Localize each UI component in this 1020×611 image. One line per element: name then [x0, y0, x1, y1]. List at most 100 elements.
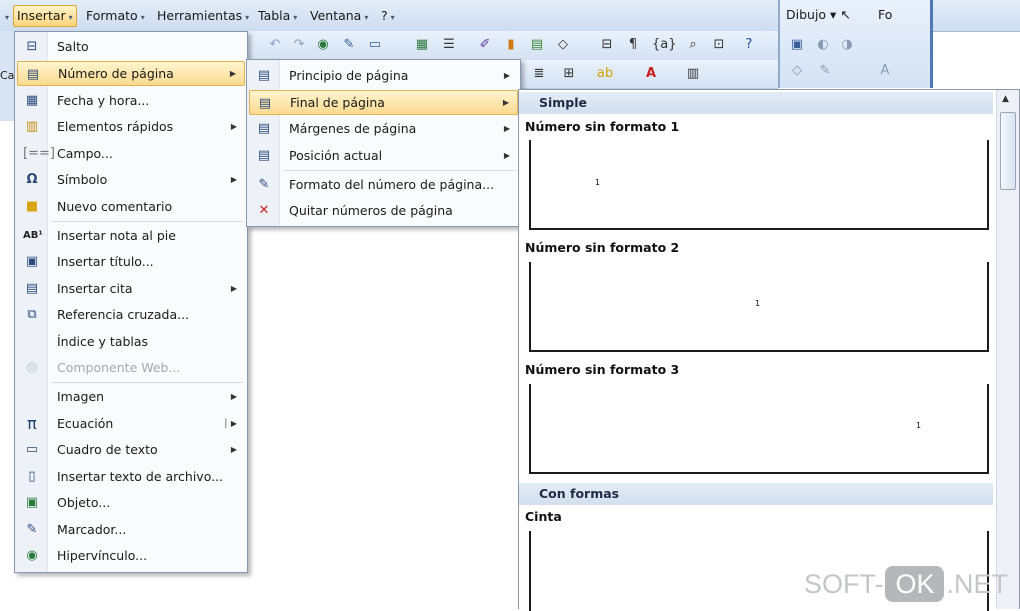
menu-item-insertar-cita[interactable]: ▤ Insertar cita ▶: [17, 276, 245, 301]
brightness-icon[interactable]: ◑: [838, 36, 856, 54]
gallery-scrollbar[interactable]: ▲: [996, 90, 1019, 609]
submenu-arrow-icon: ▶: [503, 151, 510, 160]
drawing-icon[interactable]: ✐: [476, 36, 494, 54]
menu-item-cuadro-de-texto[interactable]: ▭ Cuadro de texto ▶: [17, 437, 245, 462]
submenu-arrow-icon: ▶: [230, 175, 237, 184]
menu-item-insertar-texto-de-archivo[interactable]: ▯ Insertar texto de archivo...: [17, 464, 245, 489]
menu-item-hipervinculo[interactable]: ◉ Hipervínculo...: [17, 543, 245, 568]
menu-insertar[interactable]: Insertar ▾: [13, 5, 77, 27]
menu-item-quitar-numeros[interactable]: ✕ Quitar números de página: [249, 198, 518, 223]
menu-item-ecuacion[interactable]: π Ecuación │ ▶: [17, 411, 245, 436]
style-box-fragment[interactable]: Ca: [0, 69, 14, 82]
drawing-toolbar: Dibujo ▾ ↖ Fo ▣ ◐ ◑ ◇ ✎ A: [778, 0, 933, 88]
caption-icon: ▣: [25, 254, 39, 269]
borders-icon[interactable]: ⊞: [560, 65, 578, 83]
web-component-icon: ◎: [26, 360, 38, 375]
menu-item-final-de-pagina[interactable]: ▤ Final de página ▶: [249, 90, 518, 115]
field-codes-icon[interactable]: {a}: [652, 36, 677, 54]
menu-item-salto[interactable]: ⊟ Salto: [17, 34, 245, 59]
quick-parts-icon: ▥: [25, 119, 39, 134]
menu-item-indice-y-tablas[interactable]: Índice y tablas: [17, 329, 245, 354]
table-icon[interactable]: ▭: [366, 36, 384, 54]
gallery-item-title: Cinta: [525, 509, 562, 524]
menu-help[interactable]: ? ▾: [381, 6, 395, 26]
menu-herramientas[interactable]: Herramientas ▾: [157, 6, 249, 26]
globe-link-icon[interactable]: ◉: [314, 36, 332, 54]
excel-icon[interactable]: ▦: [413, 36, 431, 54]
submenu-arrow-icon: ▶: [503, 71, 510, 80]
fit-page-icon[interactable]: ⊡: [710, 36, 728, 54]
footnote-icon: AB¹: [23, 230, 43, 241]
gallery-item-plain-number-3[interactable]: 1: [529, 384, 989, 474]
menu-item-formato-del-numero[interactable]: ✎ Formato del número de página...: [249, 172, 518, 197]
contrast-icon[interactable]: ◐: [814, 36, 832, 54]
highlight-icon[interactable]: ab: [596, 65, 614, 83]
menu-item-campo[interactable]: [==] Campo...: [17, 141, 245, 166]
break-icon: ⊟: [26, 39, 38, 54]
edit-icon[interactable]: ✎: [340, 36, 358, 54]
gallery-item-plain-number-1[interactable]: 1: [529, 140, 989, 230]
dibujo-button[interactable]: Dibujo ▾ ↖: [786, 7, 851, 22]
menu-ventana[interactable]: Ventana ▾: [310, 6, 368, 26]
document-map-icon[interactable]: ▤: [528, 36, 546, 54]
menu-item-marcador[interactable]: ✎ Marcador...: [17, 517, 245, 542]
fill-color-icon[interactable]: ◇: [788, 62, 806, 80]
current-position-icon: ▤: [257, 148, 271, 163]
menu-item-simbolo[interactable]: Ω Símbolo ▶: [17, 167, 245, 192]
page-number-sample: 1: [916, 421, 922, 430]
menu-tabla[interactable]: Tabla ▾: [258, 6, 297, 26]
menu-item-objeto[interactable]: ▣ Objeto...: [17, 490, 245, 515]
menu-item-imagen[interactable]: Imagen ▶: [17, 384, 245, 409]
format-number-icon: ✎: [258, 177, 270, 192]
gallery-item-plain-number-2[interactable]: 1: [529, 262, 989, 352]
gallery-section-header: Con formas: [519, 483, 993, 505]
menu-item-posicion-actual[interactable]: ▤ Posición actual ▶: [249, 143, 518, 168]
menu-separator: [283, 170, 516, 171]
gallery-item-title: Número sin formato 1: [525, 119, 680, 134]
text-color-icon[interactable]: A: [876, 62, 894, 80]
chart-icon[interactable]: ▮: [502, 36, 520, 54]
undo-icon[interactable]: ↶: [266, 36, 284, 54]
menu-item-margenes-de-pagina[interactable]: ▤ Márgenes de página ▶: [249, 116, 518, 141]
page-number-icon: ▤: [26, 67, 40, 82]
scroll-up-icon[interactable]: ▲: [1002, 94, 1009, 104]
menu-item-insertar-titulo[interactable]: ▣ Insertar título...: [17, 249, 245, 274]
scroll-thumb[interactable]: [1000, 112, 1016, 190]
submenu-arrow-icon: ▶: [230, 392, 237, 401]
submenu-arrow-icon: │ ▶: [223, 419, 237, 428]
menu-item-nuevo-comentario[interactable]: ■ Nuevo comentario: [17, 194, 245, 219]
paragraph-mark-icon[interactable]: ¶: [624, 36, 642, 54]
shapes-icon[interactable]: ◇: [554, 36, 572, 54]
page-number-sample: 1: [595, 178, 601, 187]
fo-button[interactable]: Fo: [878, 7, 892, 22]
picture-icon: [23, 388, 41, 405]
submenu-arrow-icon: ▶: [502, 98, 509, 107]
zoom-icon[interactable]: ⌕: [684, 36, 702, 54]
menu-item-numero-de-pagina[interactable]: ▤ Número de página ▶: [17, 61, 245, 86]
columns-icon[interactable]: ☰: [440, 36, 458, 54]
reading-layout-icon[interactable]: ▥: [684, 65, 702, 83]
redo-icon[interactable]: ↷: [290, 36, 308, 54]
gallery-section-header: Simple: [519, 92, 993, 114]
justify-icon[interactable]: ≣: [530, 65, 548, 83]
left-toolbar-strip: Ca: [0, 31, 15, 121]
menu-formato[interactable]: Formato ▾: [86, 6, 145, 26]
insert-menu: ⊟ Salto ▤ Número de página ▶ ▦ Fecha y h…: [14, 31, 248, 573]
gallery-item-title: Número sin formato 3: [525, 362, 680, 377]
image-icon[interactable]: ▣: [788, 36, 806, 54]
pi-icon: π: [27, 414, 37, 433]
font-color-icon[interactable]: A: [642, 65, 660, 83]
bookmark-icon: ✎: [26, 522, 38, 537]
menu-item-fecha-y-hora[interactable]: ▦ Fecha y hora...: [17, 88, 245, 113]
display-icon[interactable]: ⊟: [598, 36, 616, 54]
menubar-overflow-arrow[interactable]: ▾: [2, 6, 9, 26]
menu-item-principio-de-pagina[interactable]: ▤ Principio de página ▶: [249, 63, 518, 88]
page-number-sample: 1: [755, 299, 761, 308]
standard-toolbar: ↶ ↷ ◉ ✎ ▭ ▦ ☰ ✐ ▮ ▤ ◇ ⊟ ¶ {a} ⌕ ⊡ ?: [248, 31, 778, 61]
menu-item-insertar-nota-al-pie[interactable]: AB¹ Insertar nota al pie: [17, 223, 245, 248]
menu-item-elementos-rapidos[interactable]: ▥ Elementos rápidos ▶: [17, 114, 245, 139]
help-icon[interactable]: ?: [740, 36, 758, 54]
menu-item-referencia-cruzada[interactable]: ⧉ Referencia cruzada...: [17, 302, 245, 327]
line-color-icon[interactable]: ✎: [816, 62, 834, 80]
submenu-arrow-icon: ▶: [229, 69, 236, 78]
